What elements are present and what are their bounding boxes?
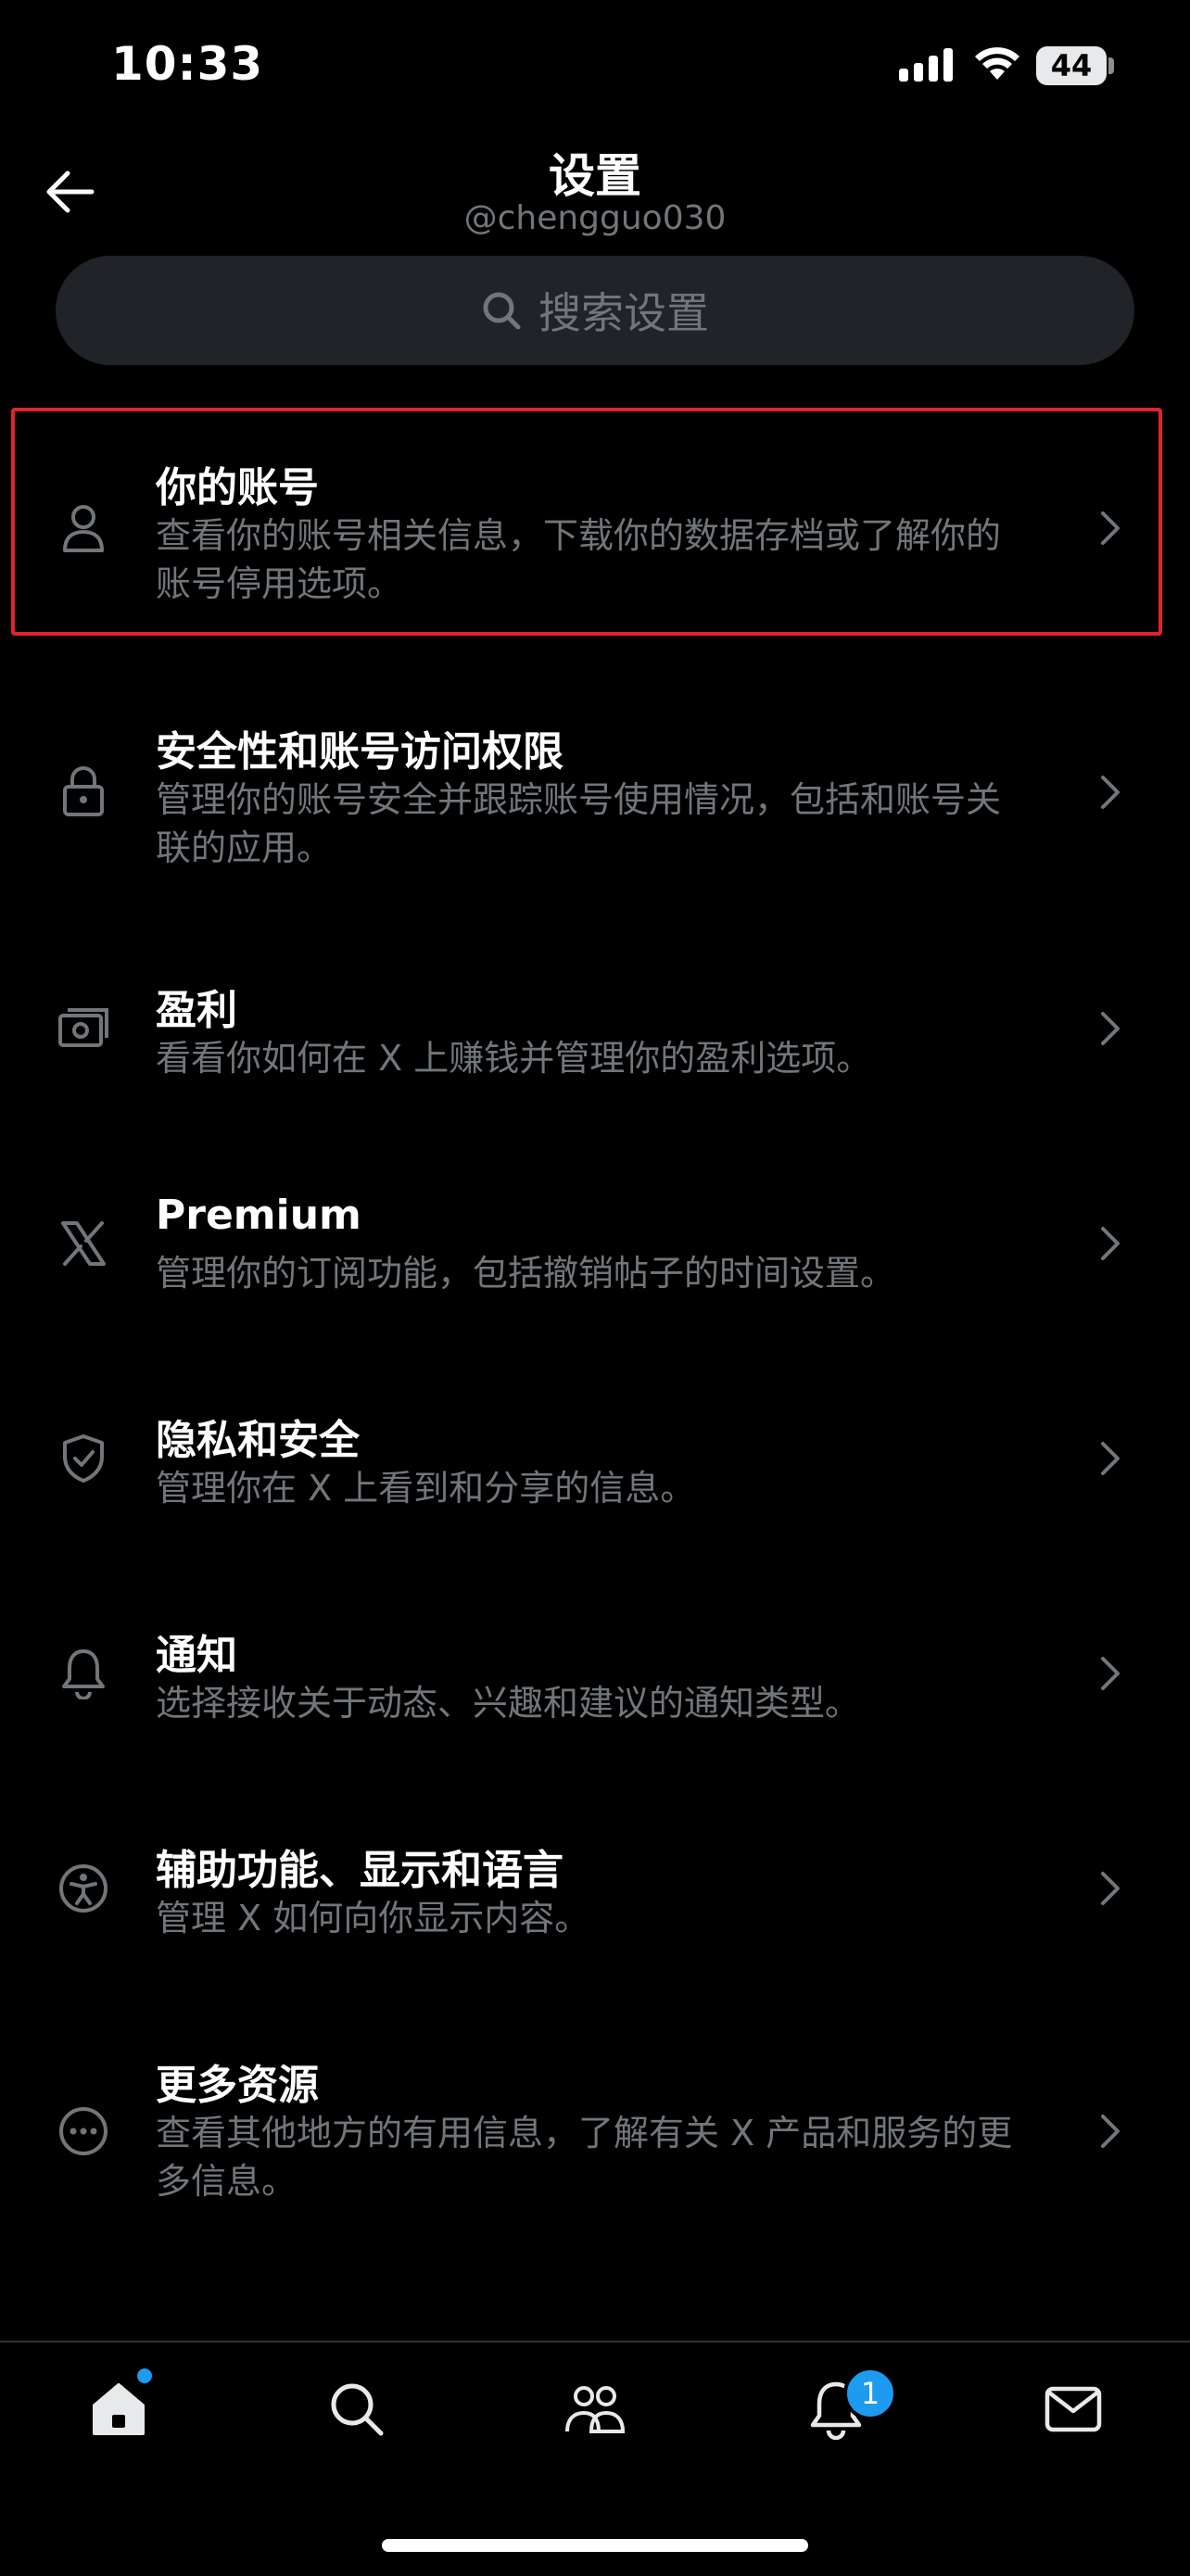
settings-item-title: 更多资源 xyxy=(156,2062,319,2109)
lock-icon xyxy=(56,764,111,820)
chevron-right-icon xyxy=(1092,1216,1129,1271)
settings-item-title: 盈利 xyxy=(156,987,237,1034)
tab-search[interactable] xyxy=(310,2372,403,2446)
page-title: 设置 xyxy=(549,149,641,203)
settings-item-security[interactable]: 安全性和账号访问权限 管理你的账号安全并跟踪账号使用情况，包括和账号关联的应用。 xyxy=(0,690,1190,885)
tab-home[interactable] xyxy=(72,2372,165,2446)
chevron-right-icon xyxy=(1092,2103,1129,2159)
settings-item-description: 看看你如何在 X 上赚钱并管理你的盈利选项。 xyxy=(156,1038,872,1079)
bell-icon xyxy=(56,1646,111,1701)
settings-item-title: 安全性和账号访问权限 xyxy=(156,728,563,776)
battery-level: 44 xyxy=(1036,46,1107,85)
settings-item-description: 管理你在 X 上看到和分享的信息。 xyxy=(156,1468,696,1509)
chevron-right-icon xyxy=(1092,1431,1129,1486)
signal-icon xyxy=(899,48,956,85)
tab-messages[interactable] xyxy=(1027,2372,1120,2446)
settings-item-title: 你的账号 xyxy=(156,464,319,511)
settings-item-description: 管理你的账号安全并跟踪账号使用情况，包括和账号关联的应用。 xyxy=(156,779,1002,868)
settings-item-privacy[interactable]: 隐私和安全 管理你在 X 上看到和分享的信息。 xyxy=(0,1384,1190,1542)
chevron-right-icon xyxy=(1092,764,1129,820)
chevron-right-icon xyxy=(1092,1001,1129,1056)
notifications-badge: 1 xyxy=(843,2367,897,2420)
home-icon xyxy=(93,2383,145,2435)
chevron-right-icon xyxy=(1092,500,1129,556)
settings-item-accessibility[interactable]: 辅助功能、显示和语言 管理 X 如何向你显示内容。 xyxy=(0,1814,1190,1972)
accessibility-icon xyxy=(56,1861,111,1916)
home-indicator[interactable] xyxy=(382,2539,808,2552)
messages-icon xyxy=(1044,2386,1102,2432)
shield-icon xyxy=(56,1431,111,1486)
settings-item-description: 选择接收关于动态、兴趣和建议的通知类型。 xyxy=(156,1683,861,1724)
status-time: 10:33 xyxy=(111,37,264,91)
x-logo-icon xyxy=(56,1216,111,1271)
search-placeholder: 搜索设置 xyxy=(538,288,709,338)
wifi-icon xyxy=(973,44,1021,85)
battery-tip xyxy=(1108,57,1114,74)
account-handle: @chengguo030 xyxy=(463,199,727,237)
settings-item-title: Premium xyxy=(156,1192,361,1239)
settings-item-description: 查看其他地方的有用信息，了解有关 X 产品和服务的更多信息。 xyxy=(156,2113,1013,2202)
money-icon xyxy=(56,1001,111,1056)
settings-item-title: 通知 xyxy=(156,1632,237,1679)
search-icon xyxy=(331,2383,384,2436)
settings-item-your-account[interactable]: 你的账号 查看你的账号相关信息，下载你的数据存档或了解你的账号停用选项。 xyxy=(0,426,1190,621)
communities-icon xyxy=(565,2386,626,2433)
home-unread-dot xyxy=(137,2368,152,2383)
settings-item-description: 管理你的订阅功能，包括撤销帖子的时间设置。 xyxy=(156,1253,896,1294)
settings-item-notifications[interactable]: 通知 选择接收关于动态、兴趣和建议的通知类型。 xyxy=(0,1599,1190,1757)
chevron-right-icon xyxy=(1092,1861,1129,1916)
search-icon xyxy=(483,292,521,330)
settings-item-title: 辅助功能、显示和语言 xyxy=(156,1847,563,1894)
settings-item-more-resources[interactable]: 更多资源 查看其他地方的有用信息，了解有关 X 产品和服务的更多信息。 xyxy=(0,2029,1190,2224)
settings-item-monetization[interactable]: 盈利 看看你如何在 X 上赚钱并管理你的盈利选项。 xyxy=(0,954,1190,1112)
settings-item-title: 隐私和安全 xyxy=(156,1417,360,1464)
settings-item-description: 管理 X 如何向你显示内容。 xyxy=(156,1898,590,1938)
settings-item-premium[interactable]: Premium 管理你的订阅功能，包括撤销帖子的时间设置。 xyxy=(0,1169,1190,1327)
settings-item-description: 查看你的账号相关信息，下载你的数据存档或了解你的账号停用选项。 xyxy=(156,515,1002,604)
chevron-right-icon xyxy=(1092,1646,1129,1701)
more-icon xyxy=(56,2103,111,2159)
search-settings-input[interactable]: 搜索设置 xyxy=(56,256,1134,365)
person-icon xyxy=(56,500,111,556)
tab-communities[interactable] xyxy=(549,2372,641,2446)
